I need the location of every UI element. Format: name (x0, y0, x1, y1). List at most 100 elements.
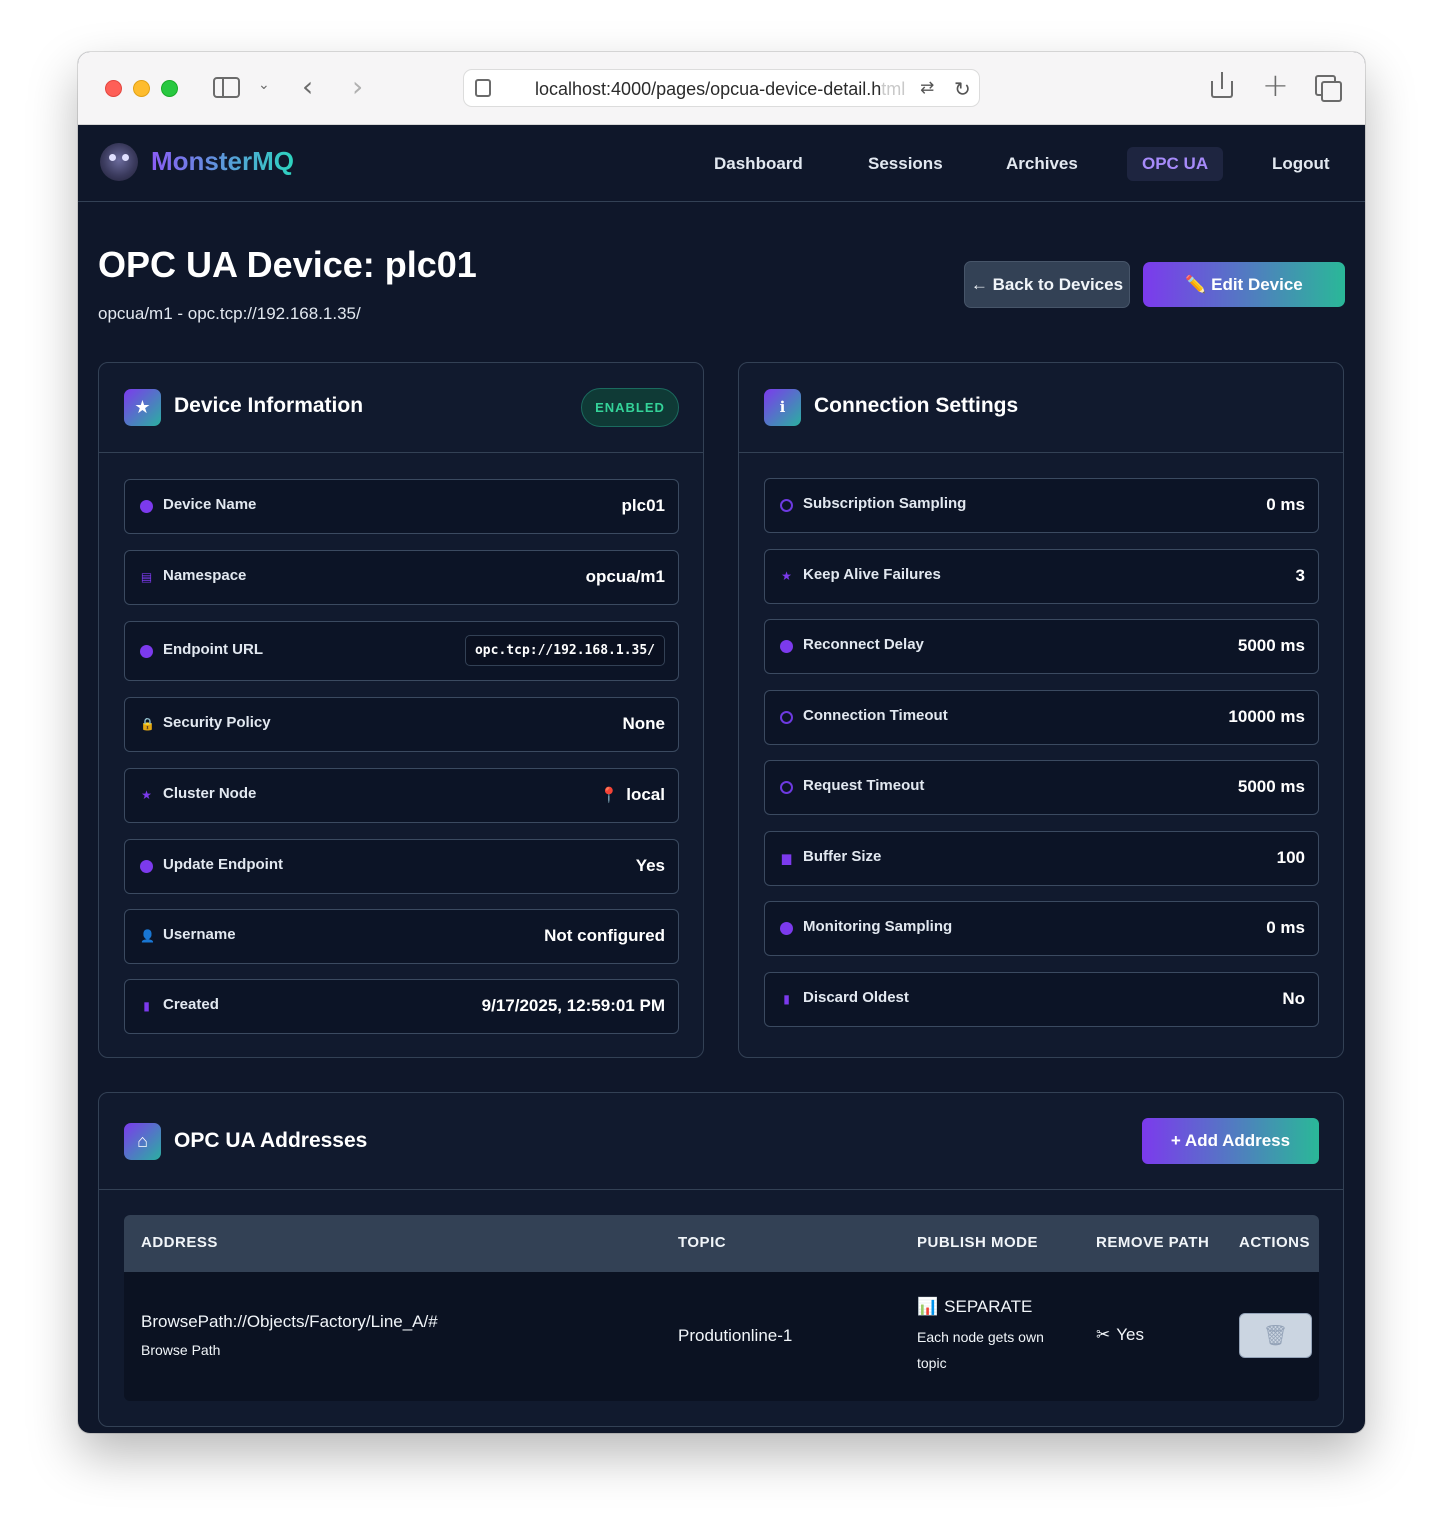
row-label: Created (163, 996, 219, 1013)
translate-icon[interactable]: ⇄ (920, 78, 934, 98)
column-header-address[interactable]: ADDRESS (141, 1234, 218, 1251)
info-row-cluster-node: ★ Cluster Node 📍 local (124, 768, 679, 823)
page-title: OPC UA Device: plc01 (98, 244, 477, 285)
reload-icon[interactable]: ↻ (954, 77, 971, 101)
addresses-table: ADDRESS TOPIC PUBLISH MODE REMOVE PATH A… (124, 1215, 1319, 1401)
nav-opcua[interactable]: OPC UA (1127, 147, 1224, 181)
add-address-button[interactable]: + Add Address (1142, 1118, 1319, 1164)
status-badge: ENABLED (581, 388, 679, 427)
sidebar-toggle-icon[interactable] (213, 77, 240, 98)
brand-name[interactable]: MonsterMQ (151, 146, 294, 177)
minimize-window-button[interactable] (133, 80, 150, 97)
ring-icon (780, 781, 793, 794)
card-title: OPC UA Addresses (174, 1129, 368, 1152)
column-header-actions[interactable]: ACTIONS (1239, 1234, 1310, 1251)
circle-icon (140, 860, 153, 873)
info-row-security-policy: 🔒 Security Policy None (124, 697, 679, 752)
monster-logo-icon[interactable] (100, 143, 138, 181)
app-navbar: MonsterMQ Dashboard Sessions Archives OP… (78, 125, 1365, 202)
row-label: Subscription Sampling (803, 495, 967, 512)
conn-row-keep-alive-failures: ★ Keep Alive Failures 3 (764, 549, 1319, 604)
conn-row-buffer-size: ▆ Buffer Size 100 (764, 831, 1319, 886)
site-settings-icon[interactable] (475, 79, 491, 97)
star-icon: ★ (141, 788, 152, 802)
conn-row-request-timeout: Request Timeout 5000 ms (764, 760, 1319, 815)
home-icon: ⌂ (124, 1123, 161, 1160)
scissors-icon: ✂ (1096, 1325, 1111, 1344)
row-value: 0 ms (1266, 495, 1305, 514)
opcua-addresses-card: ⌂ OPC UA Addresses + Add Address ADDRESS… (98, 1092, 1344, 1427)
nav-archives[interactable]: Archives (991, 147, 1093, 181)
nav-dashboard[interactable]: Dashboard (699, 147, 818, 181)
address-type: Browse Path (141, 1342, 221, 1358)
address-value: BrowsePath://Objects/Factory/Line_A/# (141, 1312, 438, 1331)
ring-icon (780, 711, 793, 724)
stack-icon: ▆ (781, 851, 792, 865)
row-value: None (622, 714, 666, 733)
connection-settings-card: ℹ Connection Settings Subscription Sampl… (738, 362, 1344, 1058)
column-header-publish-mode[interactable]: PUBLISH MODE (917, 1234, 1038, 1251)
document-icon: ▤ (140, 570, 153, 584)
publish-mode: 📊 SEPARATE (917, 1297, 1033, 1316)
conn-row-monitoring-sampling: Monitoring Sampling 0 ms (764, 901, 1319, 956)
card-header: ⌂ OPC UA Addresses + Add Address (99, 1093, 1343, 1190)
address-bar[interactable]: localhost:4000/pages/opcua-device-detail… (463, 69, 980, 107)
back-to-devices-button[interactable]: ← Back to Devices (964, 261, 1130, 308)
nav-logout[interactable]: Logout (1257, 147, 1345, 181)
publish-mode-desc: Each node gets own (917, 1329, 1044, 1345)
page-subtitle: opcua/m1 - opc.tcp://192.168.1.35/ (98, 304, 361, 323)
column-header-topic[interactable]: TOPIC (678, 1234, 726, 1251)
delete-address-button[interactable]: 🗑 (1239, 1313, 1312, 1358)
row-label: Security Policy (163, 714, 271, 731)
row-value: Not configured (544, 926, 665, 945)
back-arrow-icon[interactable]: ‹ (302, 70, 313, 103)
chevron-down-icon[interactable]: ⌄ (258, 76, 270, 93)
ring-icon (780, 499, 793, 512)
topic-value: Produtionline-1 (678, 1326, 793, 1345)
row-label: Device Name (163, 496, 257, 513)
conn-row-reconnect-delay: Reconnect Delay 5000 ms (764, 619, 1319, 674)
row-label: Username (163, 926, 236, 943)
row-value: 10000 ms (1228, 707, 1305, 726)
info-row-username: 👤 Username Not configured (124, 909, 679, 964)
card-header: ℹ Connection Settings (739, 363, 1343, 453)
new-tab-icon[interactable]: + (1262, 66, 1289, 104)
row-value: 9/17/2025, 12:59:01 PM (481, 996, 665, 1015)
publish-mode-desc-cont: topic (917, 1355, 947, 1371)
row-label: Reconnect Delay (803, 636, 924, 653)
remove-path: ✂ Yes (1096, 1325, 1144, 1344)
maximize-window-button[interactable] (161, 80, 178, 97)
row-label: Namespace (163, 567, 247, 584)
edit-device-button[interactable]: ✏️ Edit Device (1143, 262, 1345, 307)
info-row-device-name: Device Name plc01 (124, 479, 679, 534)
column-header-remove-path[interactable]: REMOVE PATH (1096, 1234, 1209, 1251)
row-label: Update Endpoint (163, 856, 283, 873)
row-label: Keep Alive Failures (803, 566, 941, 583)
row-value: Yes (635, 856, 665, 875)
close-window-button[interactable] (105, 80, 122, 97)
row-value: plc01 (621, 496, 665, 515)
info-icon (780, 640, 793, 653)
forward-arrow-icon[interactable]: › (352, 70, 363, 103)
map-pin-icon: 📍 (599, 787, 619, 804)
bar-chart-icon: 📊 (917, 1297, 939, 1316)
row-label: Monitoring Sampling (803, 918, 953, 935)
row-value: opcua/m1 (585, 567, 665, 586)
row-label: Cluster Node (163, 785, 257, 802)
browser-toolbar: ⌄ ‹ › localhost:4000/pages/opcua-device-… (78, 52, 1365, 125)
url-text[interactable]: localhost:4000/pages/opcua-device-detail… (535, 79, 911, 100)
share-icon[interactable] (1211, 72, 1233, 98)
star-icon: ★ (124, 389, 161, 426)
row-value: 100 (1276, 848, 1305, 867)
lock-icon: 🔒 (140, 717, 155, 731)
tab-overview-icon[interactable] (1315, 75, 1342, 102)
trash-icon: 🗑 (1262, 1325, 1289, 1347)
row-value: 5000 ms (1237, 777, 1305, 796)
row-value: No (1282, 989, 1305, 1008)
row-value: 5000 ms (1237, 636, 1305, 655)
conn-row-discard-oldest: ▮ Discard Oldest No (764, 972, 1319, 1027)
endpoint-url-code: opc.tcp://192.168.1.35/ (464, 635, 665, 666)
check-circle-icon (140, 500, 153, 513)
nav-sessions[interactable]: Sessions (853, 147, 958, 181)
info-row-created: ▮ Created 9/17/2025, 12:59:01 PM (124, 979, 679, 1034)
